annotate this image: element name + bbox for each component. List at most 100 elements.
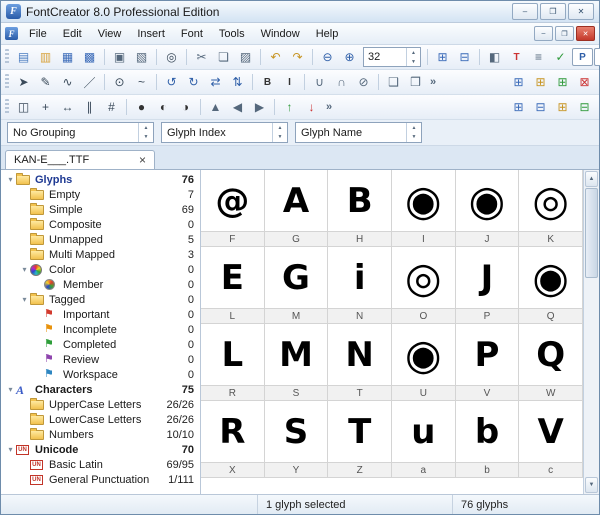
glyph-cell-x[interactable]: RX xyxy=(201,401,265,478)
cut-icon[interactable]: ✂ xyxy=(191,47,212,68)
glyph-cell-p[interactable]: JP xyxy=(455,247,520,324)
menu-item-edit[interactable]: Edit xyxy=(55,26,90,42)
tile-vertical-icon[interactable]: ⊞ xyxy=(530,72,551,93)
glyph-cell-t[interactable]: NT xyxy=(328,324,392,401)
glyph-cell-f[interactable]: @ F xyxy=(201,170,265,247)
glyph-cell-j[interactable]: ◉ J xyxy=(455,170,520,247)
pointer-icon[interactable]: ➤ xyxy=(13,72,34,93)
properties-icon[interactable]: P xyxy=(572,48,593,66)
tile-horizontal-icon[interactable]: ⊞ xyxy=(508,72,529,93)
glyph-cell-h[interactable]: BH xyxy=(328,170,392,247)
glyph-index-select[interactable]: Glyph Index ▲ ▼ xyxy=(161,122,288,143)
maximize-button[interactable]: ❐ xyxy=(540,3,566,20)
menu-item-file[interactable]: File xyxy=(21,26,55,42)
tree-item-empty[interactable]: Empty 7 xyxy=(1,187,200,202)
glyph-cell-a[interactable]: ua xyxy=(392,401,456,478)
move-icon[interactable]: + xyxy=(35,97,56,118)
intersect-icon[interactable]: ∩ xyxy=(331,72,352,93)
title-bar[interactable]: F FontCreator 8.0 Professional Edition ‒… xyxy=(1,1,599,23)
undo-icon[interactable]: ↶ xyxy=(265,47,286,68)
tree-item-numbers[interactable]: Numbers 10/10 xyxy=(1,427,200,442)
tree-item-multi-mapped[interactable]: Multi Mapped 3 xyxy=(1,247,200,262)
bold-icon[interactable]: B xyxy=(257,72,278,93)
glyph-name-select-spinner[interactable]: ▲ ▼ xyxy=(406,123,421,142)
flip-vertical-icon[interactable]: ⇅ xyxy=(227,72,248,93)
print-preview-icon[interactable]: ▧ xyxy=(131,47,152,68)
flip-horizontal-icon[interactable]: ⇄ xyxy=(205,72,226,93)
tree-item-uppercase-letters[interactable]: UpperCase Letters 26/26 xyxy=(1,397,200,412)
italic-icon[interactable]: I xyxy=(279,72,300,93)
glyph-name-select[interactable]: Glyph Name ▲ ▼ xyxy=(295,122,422,143)
glyph-cell-u[interactable]: ◉ U xyxy=(392,324,456,401)
tree-item-review[interactable]: ⚑ Review 0 xyxy=(1,352,200,367)
save-all-icon[interactable]: ▩ xyxy=(79,47,100,68)
caret-down-icon[interactable]: ▾ xyxy=(5,175,16,184)
exclude-icon[interactable]: ⊘ xyxy=(353,72,374,93)
contour-icon[interactable]: ∿ xyxy=(57,72,78,93)
glyph-cell-c[interactable]: Vc xyxy=(519,401,583,478)
find-icon[interactable]: ◎ xyxy=(161,47,182,68)
chart-view-icon[interactable]: ⊞ xyxy=(552,97,573,118)
tree-item-completed[interactable]: ⚑ Completed 0 xyxy=(1,337,200,352)
menu-item-font[interactable]: Font xyxy=(173,26,211,42)
glyph-cell-y[interactable]: SY xyxy=(264,401,329,478)
tree-item-simple[interactable]: Simple 69 xyxy=(1,202,200,217)
mdi-restore-button[interactable]: ❐ xyxy=(555,26,574,41)
tree-item-characters[interactable]: ▾ A Characters 75 xyxy=(1,382,200,397)
tree-item-lowercase-letters[interactable]: LowerCase Letters 26/26 xyxy=(1,412,200,427)
report-view-icon[interactable]: ⊟ xyxy=(574,97,595,118)
vertical-scrollbar[interactable]: ▲ ▼ xyxy=(583,170,599,494)
draw-icon[interactable]: ✎ xyxy=(35,72,56,93)
zoom-out-icon[interactable]: ⊖ xyxy=(317,47,338,68)
tree-item-glyphs[interactable]: ▾ Glyphs 76 xyxy=(1,172,200,187)
zoom-spin-up-icon[interactable]: ▲ xyxy=(407,48,420,57)
scroll-down-button[interactable]: ▼ xyxy=(585,477,598,493)
glyph-cell-b[interactable]: bb xyxy=(455,401,520,478)
eraser-icon[interactable]: ◫ xyxy=(13,97,34,118)
mdi-minimize-button[interactable]: ‒ xyxy=(534,26,553,41)
close-button[interactable]: ✕ xyxy=(568,3,594,20)
glyph-cell-s[interactable]: MS xyxy=(264,324,329,401)
glyph-cell-m[interactable]: GM xyxy=(264,247,329,324)
tree-item-important[interactable]: ⚑ Important 0 xyxy=(1,307,200,322)
scrollbar-track[interactable] xyxy=(585,188,598,476)
grouping-select-spinner[interactable]: ▲ ▼ xyxy=(138,123,153,142)
tree-item-unicode[interactable]: ▾ UN Unicode 70 xyxy=(1,442,200,457)
zoom-spin-down-icon[interactable]: ▼ xyxy=(407,57,420,66)
cascade-windows-icon[interactable]: ⊟ xyxy=(454,47,475,68)
raise-icon[interactable]: ↑ xyxy=(279,97,300,118)
print-icon[interactable]: ▣ xyxy=(109,47,130,68)
new-font-icon[interactable]: ▤ xyxy=(13,47,34,68)
minimize-button[interactable]: ‒ xyxy=(512,3,538,20)
zoom-spinner[interactable]: ▲ ▼ xyxy=(406,48,420,66)
tab-close-icon[interactable]: × xyxy=(139,154,146,166)
menu-item-tools[interactable]: Tools xyxy=(211,26,253,42)
toolbar-grip[interactable] xyxy=(5,49,9,65)
validate-icon[interactable]: ✓ xyxy=(550,47,571,68)
tree-item-general-punctuation[interactable]: UN General Punctuation 1/111 xyxy=(1,472,200,487)
menu-item-insert[interactable]: Insert xyxy=(129,26,173,42)
menu-item-window[interactable]: Window xyxy=(253,26,308,42)
glyph-cell-g[interactable]: AG xyxy=(264,170,329,247)
tree-item-basic-latin[interactable]: UN Basic Latin 69/95 xyxy=(1,457,200,472)
menu-item-help[interactable]: Help xyxy=(308,26,347,42)
table-view-icon[interactable]: ⊞ xyxy=(508,97,529,118)
glyph-cell-n[interactable]: iN xyxy=(328,247,392,324)
glyph-cell-l[interactable]: EL xyxy=(201,247,265,324)
contrast-right-icon[interactable]: ◑ xyxy=(175,97,196,118)
toolbar-grip[interactable] xyxy=(5,74,9,90)
rotate-ccw-icon[interactable]: ↺ xyxy=(161,72,182,93)
grouping-select[interactable]: No Grouping ▲ ▼ xyxy=(7,122,154,143)
tree-item-unmapped[interactable]: Unmapped 5 xyxy=(1,232,200,247)
caret-down-icon[interactable]: ▾ xyxy=(5,445,16,454)
glyph-cell-v[interactable]: PV xyxy=(455,324,520,401)
scroll-up-button[interactable]: ▲ xyxy=(585,171,598,187)
tree-item-workspace[interactable]: ⚑ Workspace 0 xyxy=(1,367,200,382)
contrast-left-icon[interactable]: ◐ xyxy=(153,97,174,118)
align-top-icon[interactable]: ▲ xyxy=(205,97,226,118)
glyph-cell-i[interactable]: ◉ I xyxy=(392,170,456,247)
align-left-icon[interactable]: ◀ xyxy=(227,97,248,118)
snap-grid-icon[interactable]: # xyxy=(101,97,122,118)
toolbar-overflow-chevron[interactable]: » xyxy=(427,76,439,88)
union-icon[interactable]: ∪ xyxy=(309,72,330,93)
